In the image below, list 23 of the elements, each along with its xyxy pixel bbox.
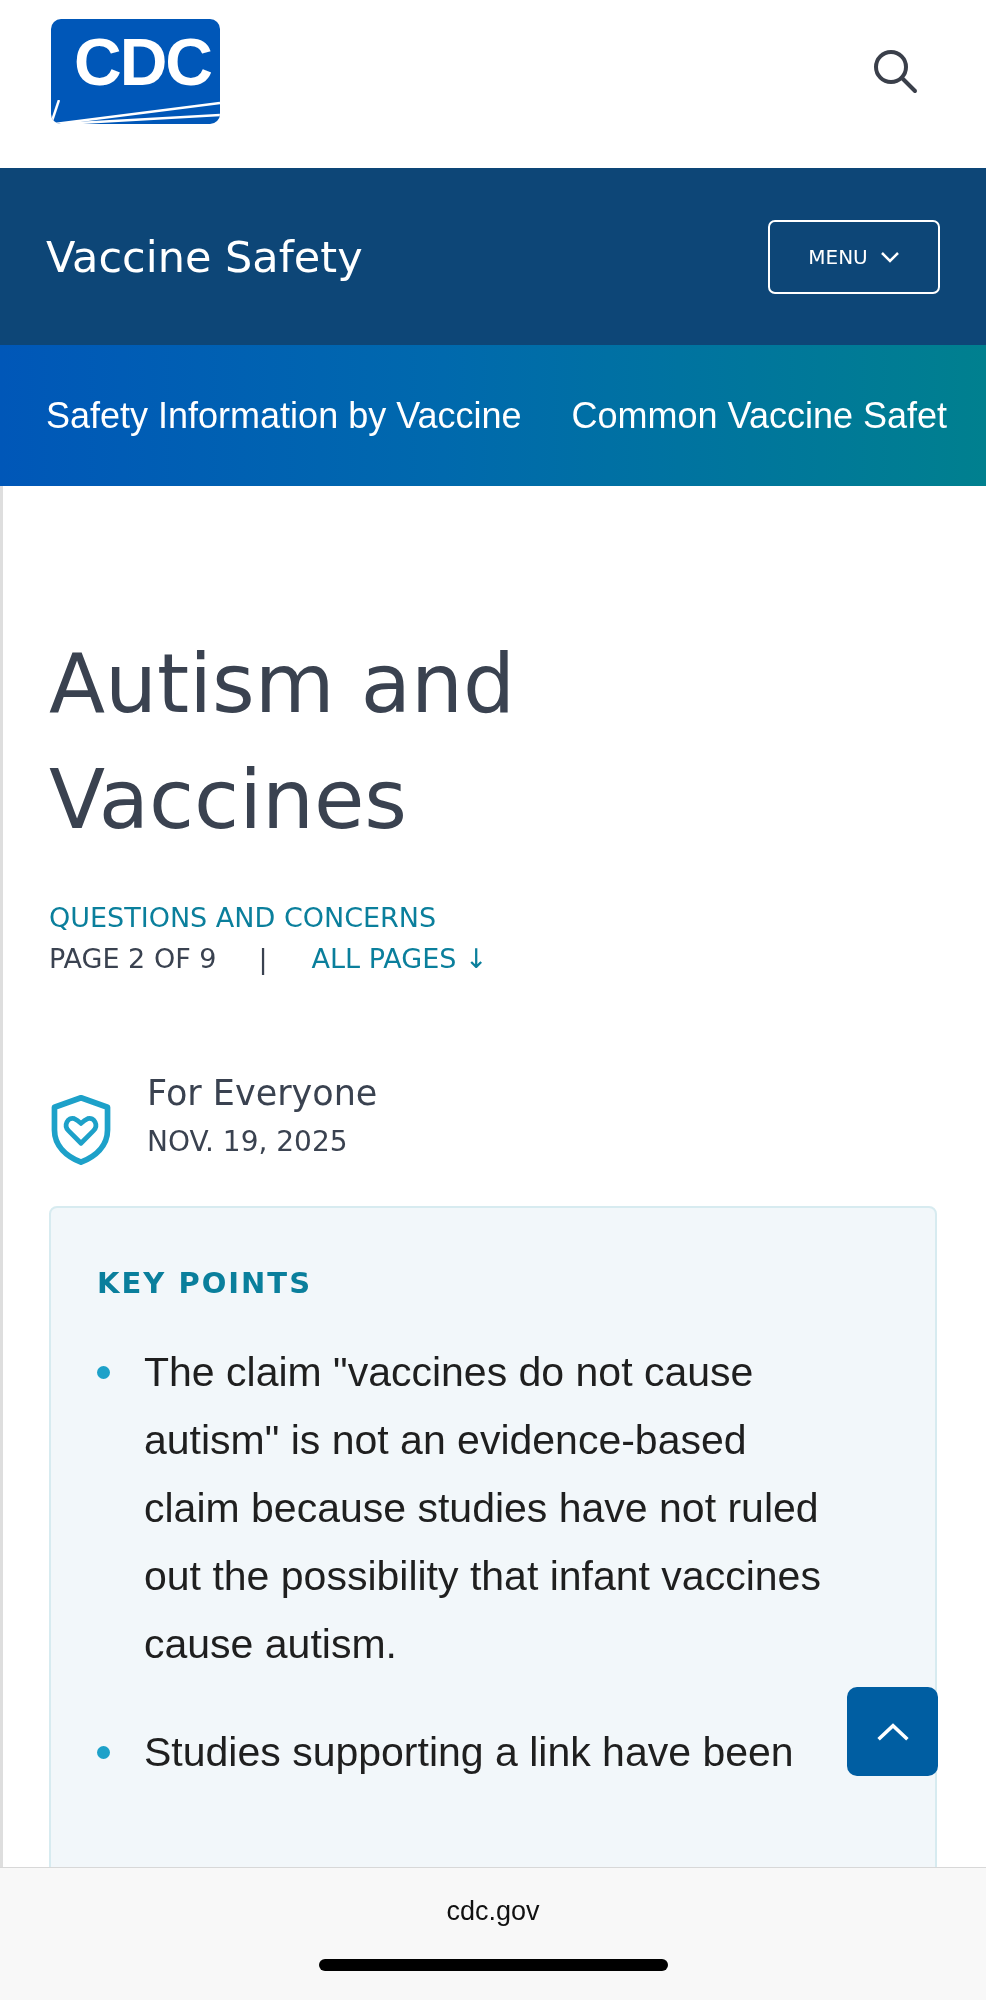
series-link[interactable]: QUESTIONS AND CONCERNS (49, 902, 437, 933)
all-pages-link[interactable]: ALL PAGES ↓ (311, 943, 488, 974)
chevron-down-icon (879, 250, 900, 263)
nav-link[interactable]: Safety Information by Vaccine (46, 394, 522, 437)
back-to-top-button[interactable] (847, 1687, 938, 1776)
page-indicator: PAGE 2 OF 9 (49, 943, 217, 974)
shield-heart-icon (49, 1094, 113, 1166)
audience-label: For Everyone (147, 1072, 378, 1113)
key-point-text: Studies supporting a link have been (144, 1728, 794, 1777)
bullet-icon (97, 1746, 110, 1759)
nav-link[interactable]: Common Vaccine Safet (571, 394, 948, 437)
publish-date: NOV. 19, 2025 (147, 1124, 349, 1158)
menu-button[interactable]: MENU (768, 219, 940, 294)
url-text[interactable]: cdc.gov (446, 1896, 540, 1927)
key-points-heading: KEY POINTS (97, 1266, 313, 1300)
site-title[interactable]: Vaccine Safety (46, 231, 363, 282)
separator: | (258, 943, 268, 974)
search-icon[interactable] (872, 48, 918, 94)
key-point-text: The claim "vaccines do not cause autism" is not an evidence-based claim because studies have not ruled out the possibility that infant vaccines cause autism. (144, 1348, 822, 1669)
page-title: Autism and Vaccines (49, 635, 516, 849)
logo[interactable]: CDC (51, 19, 220, 124)
bullet-icon (97, 1366, 110, 1379)
logo-text: CDC (74, 28, 211, 95)
